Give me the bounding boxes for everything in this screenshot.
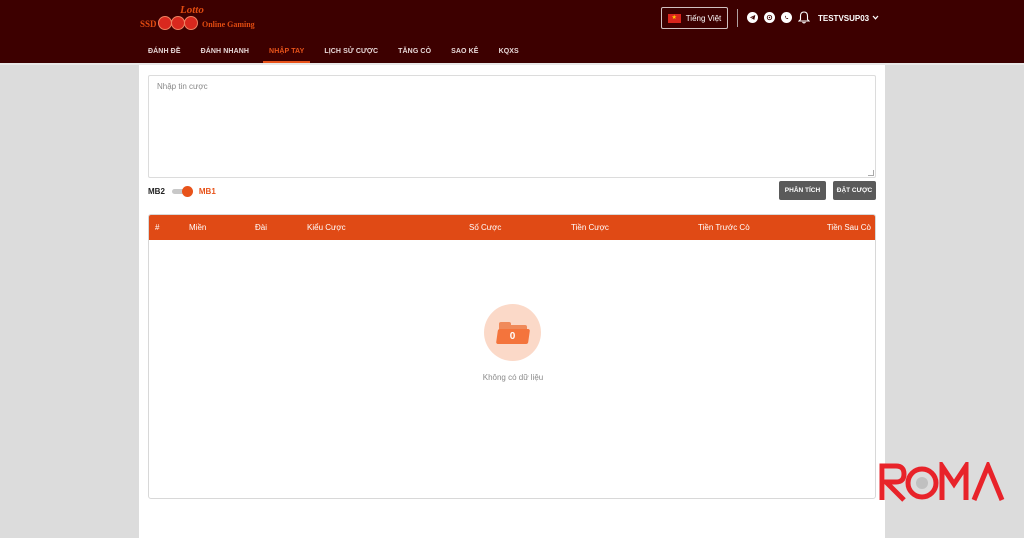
chevron-down-icon	[872, 15, 879, 22]
nav-item-lich-su-cuoc[interactable]: LỊCH SỬ CƯỢC	[314, 40, 388, 63]
bell-icon[interactable]	[797, 11, 811, 24]
logo-text-top: Lotto	[180, 4, 204, 16]
nav-item-tang-co[interactable]: TĂNG CÒ	[388, 40, 441, 63]
username: TESTVSUP03	[818, 13, 870, 23]
logo-balls	[158, 16, 198, 30]
column-header-bet-type: Kiểu Cược	[307, 223, 346, 232]
logo-ball	[158, 16, 172, 30]
column-header-after-commission: Tiền Sau Cò	[826, 223, 871, 232]
empty-state-graphic: 0	[484, 304, 541, 361]
whatsapp-icon[interactable]	[781, 12, 792, 23]
resize-handle[interactable]	[868, 170, 874, 176]
main-panel: MB2 MB1 PHÂN TÍCH ĐẶT CƯỢC # Miền Đài Ki…	[139, 65, 885, 538]
header-divider	[737, 9, 738, 27]
region-toggle-switch[interactable]	[171, 186, 193, 197]
language-label: Tiếng Việt	[685, 13, 722, 23]
logo-text-right: Online Gaming	[202, 20, 255, 29]
analyze-button[interactable]: PHÂN TÍCH	[779, 181, 826, 200]
column-header-station: Đài	[255, 223, 268, 232]
top-header: Lotto SSD Online Gaming ĐÁNH ĐỀ ĐÁNH NHA…	[0, 0, 1024, 63]
user-menu[interactable]: TESTVSUP03	[818, 12, 879, 24]
toggle-knob	[181, 186, 193, 197]
vietnam-flag-icon: ★	[667, 13, 681, 23]
region-toggle-row: MB2 MB1	[148, 185, 216, 197]
nav-item-danh-nhanh[interactable]: ĐÁNH NHANH	[191, 40, 259, 63]
viber-icon[interactable]	[764, 12, 775, 23]
column-header-before-commission: Tiền Trước Cò	[698, 223, 750, 232]
toggle-left-label: MB2	[148, 186, 165, 196]
place-bet-button[interactable]: ĐẶT CƯỢC	[833, 181, 876, 200]
folder-icon: 0	[495, 321, 530, 344]
nav-item-danh-de[interactable]: ĐÁNH ĐỀ	[138, 40, 191, 63]
nav-item-nhap-tay[interactable]: NHẬP TAY	[259, 40, 314, 63]
logo-ball	[184, 16, 198, 30]
roma-watermark	[878, 457, 1006, 502]
column-header-bet-amount: Tiền Cược	[571, 223, 609, 232]
logo-text-left: SSD	[140, 19, 157, 29]
toggle-right-label: MB1	[198, 186, 216, 196]
nav-item-kqxs[interactable]: KQXS	[489, 40, 529, 63]
empty-state-message: Không có dữ liệu	[482, 373, 544, 382]
logo-ball	[171, 16, 185, 30]
bets-table: # Miền Đài Kiểu Cược Số Cược Tiền Cược T…	[148, 214, 876, 499]
brand-logo[interactable]: Lotto SSD Online Gaming	[140, 4, 255, 34]
column-header-region: Miền	[189, 223, 207, 232]
telegram-icon[interactable]	[747, 12, 758, 23]
main-nav: ĐÁNH ĐỀ ĐÁNH NHANH NHẬP TAY LỊCH SỬ CƯỢC…	[138, 40, 529, 63]
language-selector[interactable]: ★ Tiếng Việt	[661, 7, 728, 29]
bet-text-input[interactable]	[148, 75, 876, 178]
column-header-index: #	[155, 223, 160, 232]
nav-item-sao-ke[interactable]: SAO KÊ	[441, 40, 488, 63]
table-header: # Miền Đài Kiểu Cược Số Cược Tiền Cược T…	[149, 215, 875, 240]
empty-count: 0	[509, 330, 516, 342]
column-header-bet-number: Số Cược	[469, 223, 502, 232]
